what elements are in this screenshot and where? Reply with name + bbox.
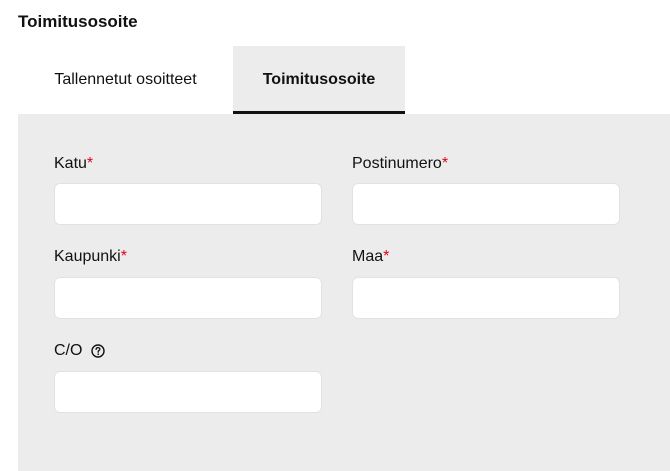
required-marker: * <box>441 155 449 172</box>
country-label-text: Maa <box>352 248 384 265</box>
city-label: Kaupunki * <box>54 247 127 267</box>
care-of-label: C/O <box>54 341 106 361</box>
city-label-text: Kaupunki <box>54 248 121 265</box>
required-marker: * <box>86 155 94 172</box>
care-of-input[interactable] <box>54 371 322 413</box>
tab-saved-addresses[interactable]: Tallennetut osoitteet <box>18 46 233 114</box>
country-label: Maa * <box>352 247 389 267</box>
tab-delivery-address[interactable]: Toimitusosoite <box>233 46 405 114</box>
required-marker: * <box>383 248 390 265</box>
postal-code-input[interactable] <box>352 183 620 225</box>
postal-code-label-text: Postinumero <box>352 155 442 172</box>
delivery-address-section: Toimitusosoite Tallennetut osoitteet Toi… <box>0 0 670 471</box>
street-label: Katu * <box>54 154 93 174</box>
street-label-text: Katu <box>54 155 87 172</box>
section-title: Toimitusosoite <box>18 12 138 31</box>
street-input[interactable] <box>54 183 322 225</box>
address-tabs: Tallennetut osoitteet Toimitusosoite <box>18 46 405 114</box>
country-input[interactable] <box>352 277 620 319</box>
care-of-label-text: C/O <box>54 342 83 359</box>
postal-code-label: Postinumero * <box>352 154 448 174</box>
address-form-panel: Katu * Postinumero * Kaupunki * Maa * C/O <box>18 114 670 471</box>
help-circle-icon[interactable] <box>91 344 106 358</box>
required-marker: * <box>120 248 127 265</box>
city-input[interactable] <box>54 277 322 319</box>
